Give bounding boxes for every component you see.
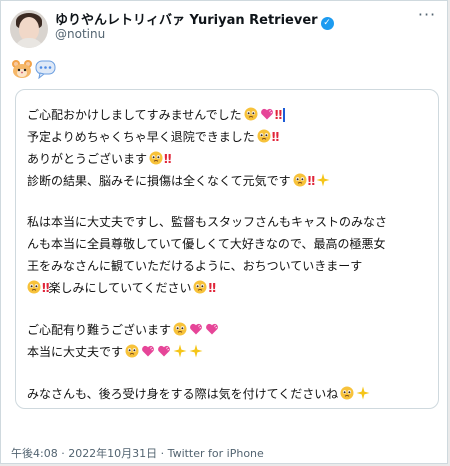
pleading-face-icon [193, 280, 207, 294]
pleading-face-icon [125, 344, 139, 358]
tweet-line-11: みなさんも、後ろ受け身をする際は気を付けてくださいね [27, 385, 370, 402]
tweet-line-5: 私は本当に大丈夫ですし、監督もスタッフさんもキャストのみなさ [27, 215, 388, 229]
tweet-timestamp[interactable]: 午後4:08 · 2022年10月31日 · Twitter for iPhon… [11, 445, 264, 461]
avatar[interactable] [10, 10, 48, 48]
tweet-line-2: 予定よりめちゃくちゃ早く退院できました ‼ [27, 129, 279, 144]
double-exclamation-icon: ‼ [208, 281, 215, 295]
double-exclamation-icon: ‼ [274, 108, 282, 122]
pleading-face-icon [149, 151, 163, 165]
tweet-line-1: ご心配おかけしましてすみませんでした ‼ [27, 106, 286, 123]
tweet-line-6: んも本当に全員尊敬していて優しくて大好きなので、最高の極悪女 [27, 237, 386, 251]
hamster-face-icon [12, 60, 32, 78]
sparkle-icon [316, 173, 330, 187]
display-name[interactable]: ゆりやんレトリィバァ Yuriyan Retriever [55, 13, 318, 28]
speech-bubble-icon [35, 60, 56, 79]
sparkle-icon [189, 344, 203, 358]
double-exclamation-icon: ‼ [164, 152, 171, 166]
pleading-face-icon [293, 173, 307, 187]
heart-icon [158, 345, 170, 357]
tweet-card: ゆりやんレトリィバァ Yuriyan Retriever ✓ @notinu ··… [0, 0, 448, 464]
pleading-face-icon [340, 386, 354, 400]
sparkle-icon [356, 386, 370, 400]
double-exclamation-icon: ‼ [271, 130, 279, 144]
tweet-line-4: 診断の結果、脳みそに損傷は全くなくて元気です ‼ [27, 172, 330, 189]
pleading-face-icon [27, 280, 41, 294]
tweet-line-3: ありがとうございます ‼ [27, 151, 171, 166]
tweet-line-9: ご心配有り難うございます [27, 321, 219, 338]
user-handle[interactable]: @notinu [55, 27, 105, 41]
tweet-line-10: 本当に大丈夫です [27, 343, 203, 360]
sparkle-icon [173, 344, 187, 358]
tweet-line-7: 王をみなさんに観ていただけるように、おちついていきまーす [27, 259, 363, 273]
text-cursor [283, 108, 286, 122]
heart-icon [260, 108, 273, 120]
heart-icon [142, 345, 154, 357]
pleading-face-icon [173, 322, 187, 336]
double-exclamation-icon: ‼ [307, 174, 315, 188]
more-options-icon[interactable]: ··· [417, 7, 437, 25]
verified-icon: ✓ [320, 17, 334, 30]
heart-icon [190, 323, 202, 335]
pleading-face-icon [257, 129, 271, 143]
pleading-face-icon [244, 107, 258, 121]
tweet-line-8: ‼楽しみにしていてください ‼ [27, 279, 216, 296]
avatar-body [14, 38, 44, 48]
heart-icon [206, 323, 218, 335]
